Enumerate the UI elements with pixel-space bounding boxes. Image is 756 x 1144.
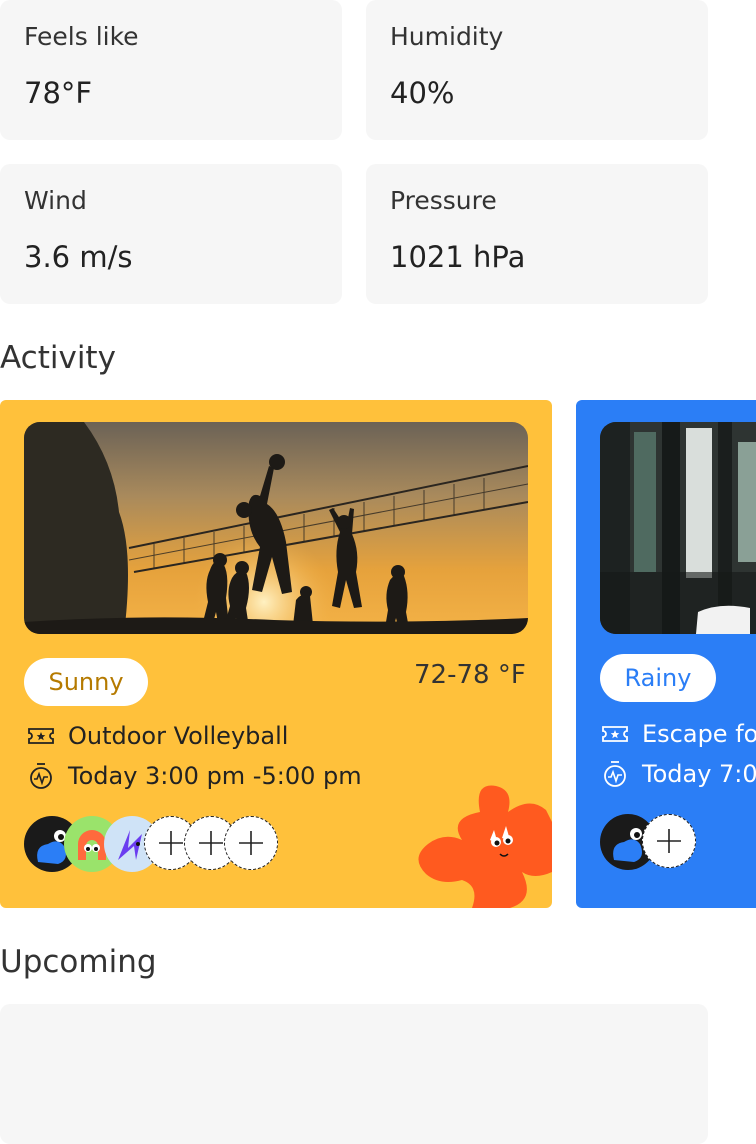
ticket-icon [26, 721, 56, 751]
stat-value: 40% [390, 76, 455, 110]
stat-value: 78°F [24, 76, 93, 110]
activity-card-sunny[interactable]: Sunny 72-78 °F Outdoor Volleyball Today … [0, 400, 552, 908]
stat-label: Feels like [24, 22, 139, 51]
timer-icon [26, 761, 56, 791]
activity-time: Today 3:00 pm -5:00 pm [68, 762, 362, 790]
stat-value: 1021 hPa [390, 240, 526, 274]
activity-time-row: Today 3:00 pm -5:00 pm [26, 760, 362, 792]
stat-label: Humidity [390, 22, 504, 51]
activity-name: Escape for [642, 720, 756, 748]
stat-label: Wind [24, 186, 87, 215]
activity-card-rainy[interactable]: Rainy Escape for Today 7:0 [576, 400, 756, 908]
activity-name-row: Escape for [600, 718, 756, 750]
upcoming-placeholder-card [0, 1004, 708, 1144]
stat-card-feels-like: Feels like 78°F [0, 0, 342, 140]
weather-pill-sunny: Sunny [24, 658, 148, 706]
mascot-illustration [418, 785, 552, 908]
ticket-icon [600, 719, 630, 749]
stat-value: 3.6 m/s [24, 240, 133, 274]
add-participant-button[interactable] [642, 814, 696, 868]
activity-time: Today 7:0 [642, 760, 756, 788]
activity-name: Outdoor Volleyball [68, 722, 289, 750]
activity-photo [600, 422, 756, 634]
upcoming-heading: Upcoming [0, 944, 157, 980]
add-participant-button[interactable] [224, 816, 278, 870]
weather-pill-rainy: Rainy [600, 654, 716, 702]
activity-photo [24, 422, 528, 634]
stat-card-wind: Wind 3.6 m/s [0, 164, 342, 304]
activity-name-row: Outdoor Volleyball [26, 720, 288, 752]
activity-time-row: Today 7:0 [600, 758, 756, 790]
stat-card-pressure: Pressure 1021 hPa [366, 164, 708, 304]
participants [24, 816, 284, 874]
stat-card-humidity: Humidity 40% [366, 0, 708, 140]
participants [600, 814, 720, 872]
stat-label: Pressure [390, 186, 497, 215]
temperature-range: 72-78 °F [414, 660, 526, 690]
timer-icon [600, 759, 630, 789]
activity-heading: Activity [0, 340, 116, 376]
